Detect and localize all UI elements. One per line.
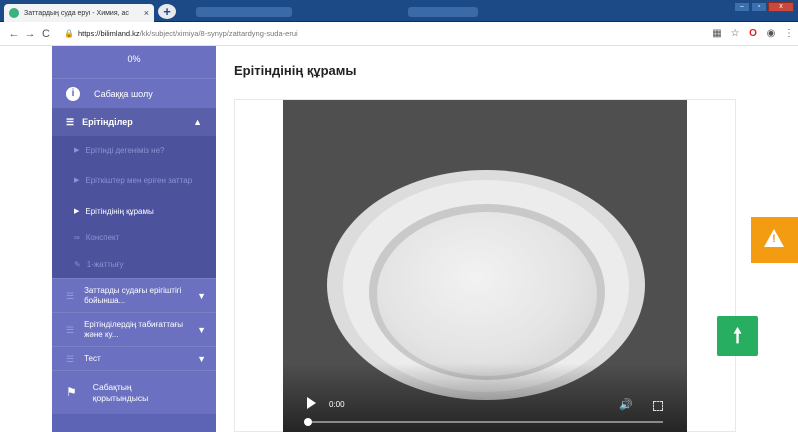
- graduation-cap-icon: ☰: [66, 116, 75, 127]
- scroll-top-button[interactable]: 🠕: [717, 316, 758, 356]
- lesson-content: Ерітіндінің құрамы 0:00 🔊: [216, 46, 756, 432]
- sidebar-group[interactable]: ☰ Ерітінділердің табиғаттағы және ку... …: [52, 312, 216, 346]
- report-error-button[interactable]: !: [751, 217, 798, 263]
- tab-close-icon[interactable]: ×: [144, 8, 149, 18]
- sidebar-subitem-label: Ерітіндінің құрамы: [85, 206, 154, 216]
- sidebar-section-label: Ерітінділер: [82, 117, 133, 127]
- sidebar-item-overview[interactable]: i Сабаққа шолу: [52, 78, 216, 108]
- flag-icon: ⚑: [66, 385, 77, 399]
- bookmark-star-icon[interactable]: ☆: [726, 28, 744, 39]
- window-controls: – ▫ x: [734, 2, 794, 12]
- close-window-button[interactable]: x: [768, 2, 794, 12]
- browser-tab[interactable]: Заттардың суда еруі - Химия, ас ×: [4, 4, 154, 22]
- sidebar-group-label: Ерітінділердің табиғаттағы және ку...: [84, 319, 184, 339]
- url-field[interactable]: 🔒 https://bilimland.kz/kk/subject/ximiya…: [64, 25, 708, 43]
- back-button[interactable]: ←: [6, 28, 22, 40]
- profile-icon[interactable]: ◉: [762, 28, 780, 39]
- lock-icon: 🔒: [64, 29, 74, 38]
- video-progress-knob[interactable]: [304, 418, 312, 426]
- video-container: 0:00 🔊: [234, 99, 736, 432]
- notes-icon: ∞: [74, 232, 80, 242]
- warning-icon-mark: !: [772, 233, 776, 245]
- sidebar-group[interactable]: ☰ Заттарды судағы ерігіштігі бойынша... …: [52, 278, 216, 312]
- lesson-progress: 0%: [52, 46, 216, 78]
- sidebar-item-summary[interactable]: ⚑ Сабақтың қорытындысы: [52, 370, 216, 414]
- sidebar-subitem-label: Еріткіштер мен еріген заттар: [85, 176, 193, 185]
- opera-icon[interactable]: O: [744, 28, 762, 39]
- new-tab-button[interactable]: +: [158, 4, 176, 19]
- play-triangle-icon: ▶: [74, 208, 80, 215]
- translate-icon[interactable]: ▦: [708, 28, 726, 39]
- lesson-sidebar: 0% i Сабаққа шолу ☰ Ерітінділер ▲ ▶ Еріт…: [52, 46, 216, 432]
- arrow-up-icon: 🠕: [733, 325, 742, 347]
- sidebar-group-test[interactable]: ☰ Тест ▼: [52, 346, 216, 370]
- maximize-button[interactable]: ▫: [751, 2, 767, 12]
- sidebar-subitem-label: 1-жаттығу: [86, 259, 124, 269]
- volume-icon[interactable]: 🔊: [619, 398, 633, 411]
- site-favicon-icon: [9, 8, 19, 18]
- sidebar-subitem-active[interactable]: ▶ Ерітіндінің құрамы: [52, 198, 216, 224]
- play-icon[interactable]: [307, 397, 316, 409]
- video-player[interactable]: 0:00 🔊: [283, 100, 687, 432]
- chevron-down-icon[interactable]: ▼: [197, 325, 206, 335]
- page-title: Ерітіндінің құрамы: [234, 63, 357, 78]
- background-tab[interactable]: [196, 7, 292, 17]
- sidebar-subitem[interactable]: ▶ Еріткіштер мен еріген заттар: [52, 164, 216, 198]
- sidebar-subitem[interactable]: ▶ Ерітінді дегеніміз не?: [52, 136, 216, 164]
- page: 0% i Сабаққа шолу ☰ Ерітінділер ▲ ▶ Еріт…: [0, 46, 798, 432]
- edit-icon: ✎: [74, 259, 81, 269]
- url-host: https://bilimland.kz: [77, 29, 140, 38]
- video-frame-salt: [377, 212, 597, 376]
- minimize-button[interactable]: –: [734, 2, 750, 12]
- graduation-cap-icon: ☰: [66, 290, 75, 301]
- background-tab[interactable]: [408, 7, 478, 17]
- sidebar-subitem-label: Ерітінді дегеніміз не?: [85, 145, 165, 155]
- sidebar-section-solutions[interactable]: ☰ Ерітінділер ▲: [52, 108, 216, 136]
- address-bar: ← → C 🔒 https://bilimland.kz/kk/subject/…: [0, 22, 798, 46]
- video-progress-bar[interactable]: [304, 418, 663, 426]
- reload-button[interactable]: C: [38, 28, 54, 40]
- fullscreen-icon[interactable]: [653, 401, 663, 411]
- sidebar-subitem-exercise[interactable]: ✎ 1-жаттығу: [52, 250, 216, 278]
- sidebar-group-label: Тест: [84, 353, 101, 363]
- tab-title: Заттардың суда еруі - Химия, ас: [24, 9, 129, 17]
- sidebar-group-label: Заттарды судағы ерігіштігі бойынша...: [84, 285, 182, 305]
- video-time: 0:00: [329, 400, 345, 409]
- play-triangle-icon: ▶: [74, 177, 80, 184]
- sidebar-item-label: Сабақтың қорытындысы: [92, 381, 149, 403]
- forward-button[interactable]: →: [22, 28, 38, 40]
- graduation-cap-icon: ☰: [66, 353, 75, 364]
- url-text: https://bilimland.kz/kk/subject/ximiya/8…: [78, 29, 298, 38]
- play-triangle-icon: ▶: [74, 147, 80, 154]
- sidebar-item-label: Сабаққа шолу: [94, 88, 153, 99]
- url-path: /kk/subject/ximiya/8-synyp/zattardyng-su…: [139, 29, 298, 38]
- chevron-down-icon[interactable]: ▼: [197, 291, 206, 301]
- info-icon: i: [66, 86, 80, 101]
- sidebar-subitem-notes[interactable]: ∞ Конспект: [52, 224, 216, 250]
- graduation-cap-icon: ☰: [66, 324, 75, 335]
- browser-tabstrip: Заттардың суда еруі - Химия, ас × + – ▫ …: [0, 0, 798, 22]
- sidebar-subitem-label: Конспект: [85, 232, 120, 242]
- chevron-up-icon[interactable]: ▲: [193, 117, 202, 127]
- chevron-down-icon[interactable]: ▼: [197, 354, 206, 364]
- menu-kebab-icon[interactable]: ⋮: [780, 28, 798, 39]
